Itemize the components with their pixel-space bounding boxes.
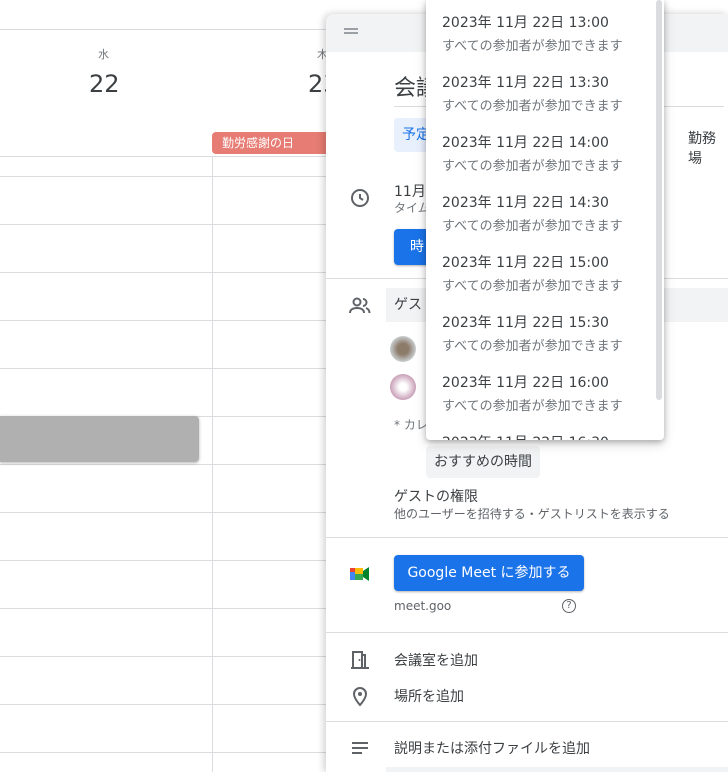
time-option[interactable]: 2023年 11月 22日 15:30 すべての参加者が参加できます xyxy=(442,312,652,354)
grid-line xyxy=(0,320,330,321)
option-time: 2023年 11月 22日 13:00 xyxy=(442,15,609,31)
grid-line xyxy=(0,656,330,657)
option-availability: すべての参加者が参加できます xyxy=(442,159,623,174)
time-option[interactable]: 2023年 11月 22日 13:00 すべての参加者が参加できます xyxy=(442,12,652,54)
option-time: 2023年 11月 22日 13:30 xyxy=(442,75,609,91)
add-room-button[interactable]: 会議室を追加 xyxy=(394,650,478,670)
event-datetime[interactable]: 11月 xyxy=(394,181,426,201)
option-availability: すべての参加者が参加できます xyxy=(442,399,623,414)
guest-permissions-title[interactable]: ゲストの権限 xyxy=(394,486,478,506)
option-availability: すべての参加者が参加できます xyxy=(442,279,623,294)
meet-link[interactable]: meet.goo xyxy=(394,599,451,613)
draft-event-block[interactable] xyxy=(0,416,199,462)
dropdown-scrollbar[interactable] xyxy=(656,0,662,400)
guest-permissions-summary: 他のユーザーを招待する・ゲストリストを表示する xyxy=(394,507,670,521)
section-divider xyxy=(326,721,728,722)
suggested-times-button[interactable]: おすすめの時間 xyxy=(426,446,540,478)
guest-avatar xyxy=(390,336,416,362)
location-pin-icon xyxy=(352,687,368,707)
time-option[interactable]: 2023年 11月 22日 15:00 すべての参加者が参加できます xyxy=(442,252,652,294)
join-google-meet-button[interactable]: Google Meet に参加する xyxy=(394,555,584,591)
time-option[interactable]: 2023年 11月 22日 14:30 すべての参加者が参加できます xyxy=(442,192,652,234)
option-availability: すべての参加者が参加できます xyxy=(442,99,623,114)
time-option[interactable]: 2023年 11月 22日 16:30 xyxy=(442,432,652,440)
day-column-divider xyxy=(212,156,213,772)
option-time: 2023年 11月 22日 16:30 xyxy=(442,432,652,440)
time-suggestion-dropdown: 2023年 11月 22日 13:00 すべての参加者が参加できます 2023年… xyxy=(426,0,664,440)
clock-icon xyxy=(351,189,369,207)
time-option[interactable]: 2023年 11月 22日 16:00 すべての参加者が参加できます xyxy=(442,372,652,414)
date-number-22[interactable]: 22 xyxy=(89,70,120,98)
time-option[interactable]: 2023年 11月 22日 14:00 すべての参加者が参加できます xyxy=(442,132,652,174)
door-icon xyxy=(351,651,369,669)
grid-line xyxy=(0,176,330,177)
option-time: 2023年 11月 22日 15:30 xyxy=(442,315,609,331)
people-icon xyxy=(349,297,371,314)
description-input[interactable] xyxy=(386,767,728,772)
add-location-button[interactable]: 場所を追加 xyxy=(394,686,464,706)
option-time: 2023年 11月 22日 14:00 xyxy=(442,135,609,151)
weekday-label-wed: 水 xyxy=(98,48,109,61)
guest-avatar xyxy=(390,374,416,400)
grid-line xyxy=(0,608,330,609)
timezone-label[interactable]: タイム xyxy=(394,199,430,216)
grid-line xyxy=(0,512,330,513)
option-availability: すべての参加者が参加できます xyxy=(442,219,623,234)
grid-line xyxy=(0,704,330,705)
time-option[interactable]: 2023年 11月 22日 13:30 すべての参加者が参加できます xyxy=(442,72,652,114)
grid-line xyxy=(0,560,330,561)
section-divider xyxy=(326,537,728,538)
grid-line xyxy=(0,752,330,753)
option-time: 2023年 11月 22日 14:30 xyxy=(442,195,609,211)
drag-handle-icon[interactable] xyxy=(344,28,358,30)
add-description-button[interactable]: 説明または添付ファイルを追加 xyxy=(394,738,590,758)
help-icon[interactable]: ? xyxy=(562,599,576,613)
description-icon xyxy=(352,742,368,754)
grid-line xyxy=(0,224,330,225)
grid-line xyxy=(0,272,330,273)
option-time: 2023年 11月 22日 16:00 xyxy=(442,375,609,391)
grid-line xyxy=(0,156,330,157)
section-divider xyxy=(326,632,728,633)
tab-working-location[interactable]: 勤務場 xyxy=(688,128,728,168)
grid-line xyxy=(0,368,330,369)
option-time: 2023年 11月 22日 15:00 xyxy=(442,255,609,271)
calendar-note: * カレ xyxy=(394,418,428,432)
google-meet-icon xyxy=(350,567,369,581)
option-availability: すべての参加者が参加できます xyxy=(442,39,623,54)
grid-line xyxy=(0,464,330,465)
holiday-event[interactable]: 勤労感謝の日 xyxy=(212,132,328,154)
option-availability: すべての参加者が参加できます xyxy=(442,339,623,354)
